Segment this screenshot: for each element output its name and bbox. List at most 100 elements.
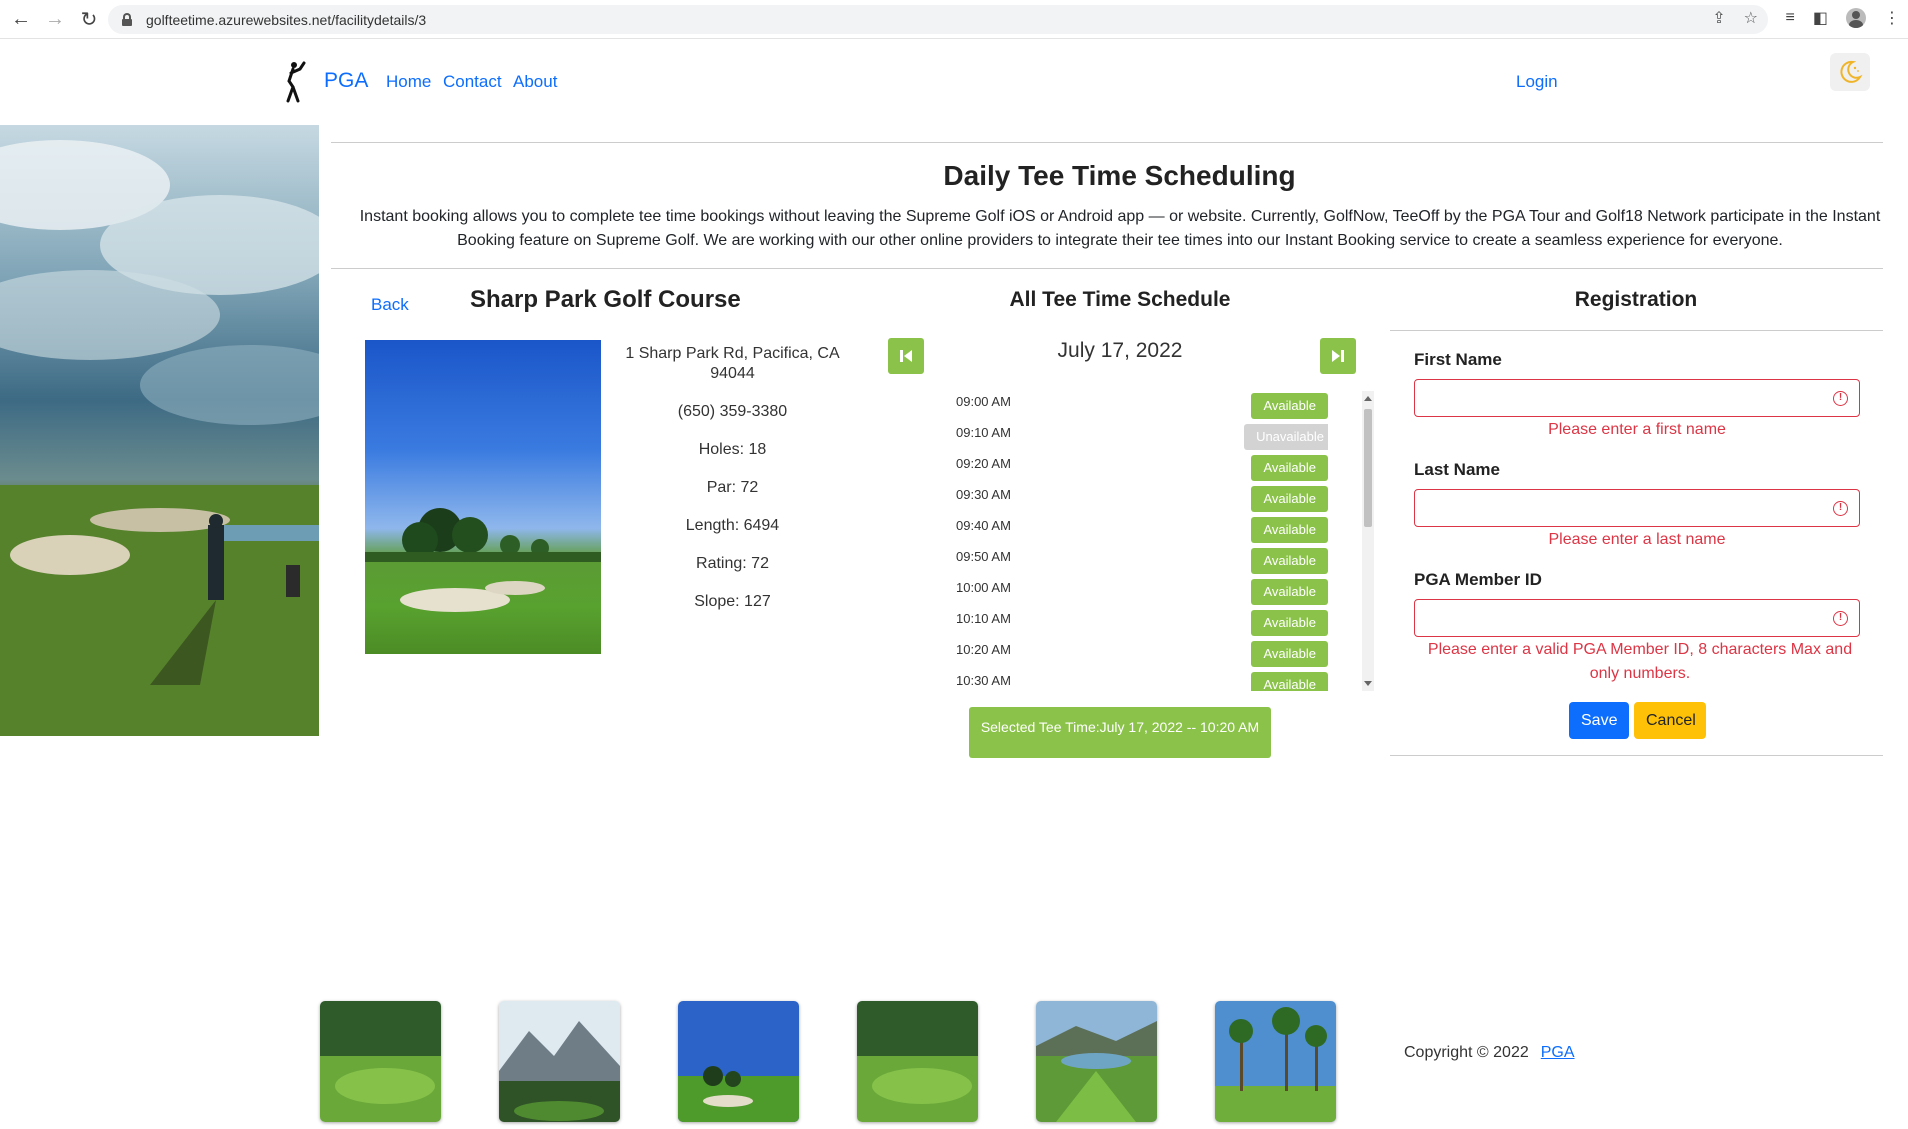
scroll-up-arrow-icon[interactable] xyxy=(1364,396,1372,401)
course-thumbnail[interactable] xyxy=(857,1001,978,1122)
last-name-alert-icon: ! xyxy=(1833,501,1848,516)
selected-tee-time: Selected Tee Time:July 17, 2022 -- 10:20… xyxy=(969,707,1271,758)
tee-time-row: 09:20 AM Available xyxy=(956,453,1328,484)
course-name: Sharp Park Golf Course xyxy=(470,286,741,313)
intro-text: Instant booking allows you to complete t… xyxy=(359,208,1881,249)
schedule-date: July 17, 2022 xyxy=(1057,339,1183,362)
tee-time-label: 10:30 AM xyxy=(956,673,1011,688)
available-button[interactable]: Available xyxy=(1251,517,1328,543)
hero-golfer-image xyxy=(0,125,319,736)
tee-time-row: 10:00 AM Available xyxy=(956,577,1328,608)
login-link[interactable]: Login xyxy=(1516,72,1558,92)
tee-time-label: 09:00 AM xyxy=(956,394,1011,409)
available-button[interactable]: Available xyxy=(1251,641,1328,667)
first-name-input[interactable] xyxy=(1414,379,1860,417)
scroll-down-arrow-icon[interactable] xyxy=(1364,681,1372,686)
course-phone: (650) 359-3380 xyxy=(677,403,788,420)
browser-toolbar: ← → ↻ golfteetime.azurewebsites.net/faci… xyxy=(0,0,1908,39)
skip-forward-icon xyxy=(1332,350,1344,362)
available-button[interactable]: Available xyxy=(1251,672,1328,691)
save-button[interactable]: Save xyxy=(1569,702,1629,739)
course-thumbnail[interactable] xyxy=(1215,1001,1336,1122)
member-id-error: Please enter a valid PGA Member ID, 8 ch… xyxy=(1427,641,1853,682)
scroll-thumb[interactable] xyxy=(1364,409,1372,527)
schedule-title: All Tee Time Schedule xyxy=(1009,288,1231,311)
registration-divider-top xyxy=(1390,330,1883,331)
available-button[interactable]: Available xyxy=(1251,486,1328,512)
side-panel-icon[interactable]: ◧ xyxy=(1813,8,1828,28)
reading-list-icon[interactable]: ≡ xyxy=(1786,9,1795,27)
tee-time-label: 10:10 AM xyxy=(956,611,1011,626)
course-rating: Rating: 72 xyxy=(696,555,769,572)
tee-time-row: 10:30 AM Available xyxy=(956,670,1328,691)
skip-back-icon xyxy=(900,350,912,362)
tee-time-label: 10:20 AM xyxy=(956,642,1011,657)
course-thumbnail[interactable] xyxy=(1036,1001,1157,1122)
tee-time-row: 09:50 AM Available xyxy=(956,546,1328,577)
bookmark-star-icon[interactable]: ☆ xyxy=(1744,8,1758,28)
member-id-alert-icon: ! xyxy=(1833,611,1848,626)
course-address: 1 Sharp Park Rd, Pacifica, CA 94044 xyxy=(625,345,840,382)
available-button[interactable]: Available xyxy=(1251,548,1328,574)
forward-arrow-icon[interactable]: → xyxy=(42,6,68,32)
first-name-error: Please enter a first name xyxy=(1548,421,1726,438)
tee-time-label: 09:20 AM xyxy=(956,456,1011,471)
cancel-button[interactable]: Cancel xyxy=(1634,702,1706,739)
tee-time-list[interactable]: 09:00 AM Available 09:10 AM Unavailable 09:2… xyxy=(956,391,1328,691)
lock-icon xyxy=(122,13,132,26)
brand-link[interactable]: PGA xyxy=(324,69,368,93)
course-info: 1 Sharp Park Rd, Pacifica, CA 94044 (650… xyxy=(620,344,845,630)
available-button[interactable]: Available xyxy=(1251,610,1328,636)
last-name-input[interactable] xyxy=(1414,489,1860,527)
nav-contact-link[interactable]: Contact xyxy=(443,72,502,92)
member-id-label: PGA Member ID xyxy=(1414,570,1542,589)
course-thumbnail[interactable] xyxy=(678,1001,799,1122)
registration-divider-bottom xyxy=(1390,755,1883,756)
back-arrow-icon[interactable]: ← xyxy=(8,6,34,32)
course-length: Length: 6494 xyxy=(685,517,780,534)
course-thumbnail[interactable] xyxy=(499,1001,620,1122)
registration-title: Registration xyxy=(1574,288,1698,311)
tee-time-row: 10:10 AM Available xyxy=(956,608,1328,639)
kebab-menu-icon[interactable]: ⋮ xyxy=(1884,8,1900,28)
tee-time-row: 09:30 AM Available xyxy=(956,484,1328,515)
course-photo xyxy=(365,340,601,654)
previous-day-button[interactable] xyxy=(888,338,924,374)
tee-time-row: 09:10 AM Unavailable xyxy=(956,422,1328,453)
tee-time-label: 09:30 AM xyxy=(956,487,1011,502)
back-link[interactable]: Back xyxy=(371,295,409,315)
reload-icon[interactable]: ↻ xyxy=(76,6,102,32)
nav-home-link[interactable]: Home xyxy=(386,72,431,92)
footer-pga-link[interactable]: PGA xyxy=(1541,1044,1575,1061)
copyright-footer: Copyright © 2022 PGA xyxy=(1404,1044,1575,1062)
tee-time-scrollbar[interactable] xyxy=(1362,391,1374,691)
site-navbar: PGA Home Contact About Login xyxy=(0,39,1908,125)
tee-time-label: 09:50 AM xyxy=(956,549,1011,564)
header-divider-top xyxy=(331,142,1883,143)
course-holes: Holes: 18 xyxy=(698,441,767,458)
available-button[interactable]: Available xyxy=(1251,393,1328,419)
address-bar[interactable]: golfteetime.azurewebsites.net/facilityde… xyxy=(108,5,1768,34)
golfer-logo-icon[interactable] xyxy=(280,61,308,103)
last-name-error: Please enter a last name xyxy=(1548,531,1726,548)
next-day-button[interactable] xyxy=(1320,338,1356,374)
available-button[interactable]: Available xyxy=(1251,455,1328,481)
course-slope: Slope: 127 xyxy=(694,593,771,610)
header-divider-bottom xyxy=(331,268,1883,269)
first-name-label: First Name xyxy=(1414,350,1502,369)
url-text: golfteetime.azurewebsites.net/facilityde… xyxy=(146,11,427,28)
page-title: Daily Tee Time Scheduling xyxy=(943,160,1296,191)
copyright-text: Copyright © 2022 xyxy=(1404,1044,1529,1061)
first-name-alert-icon: ! xyxy=(1833,391,1848,406)
profile-avatar-icon[interactable] xyxy=(1846,8,1866,28)
course-par: Par: 72 xyxy=(706,479,759,496)
theme-toggle-button[interactable] xyxy=(1830,53,1870,91)
available-button[interactable]: Available xyxy=(1251,579,1328,605)
moon-icon xyxy=(1840,60,1863,83)
member-id-input[interactable] xyxy=(1414,599,1860,637)
nav-about-link[interactable]: About xyxy=(513,72,557,92)
share-icon[interactable]: ⇪ xyxy=(1712,8,1725,28)
course-thumbnail[interactable] xyxy=(320,1001,441,1122)
tee-time-label: 10:00 AM xyxy=(956,580,1011,595)
tee-time-row: 09:40 AM Available xyxy=(956,515,1328,546)
